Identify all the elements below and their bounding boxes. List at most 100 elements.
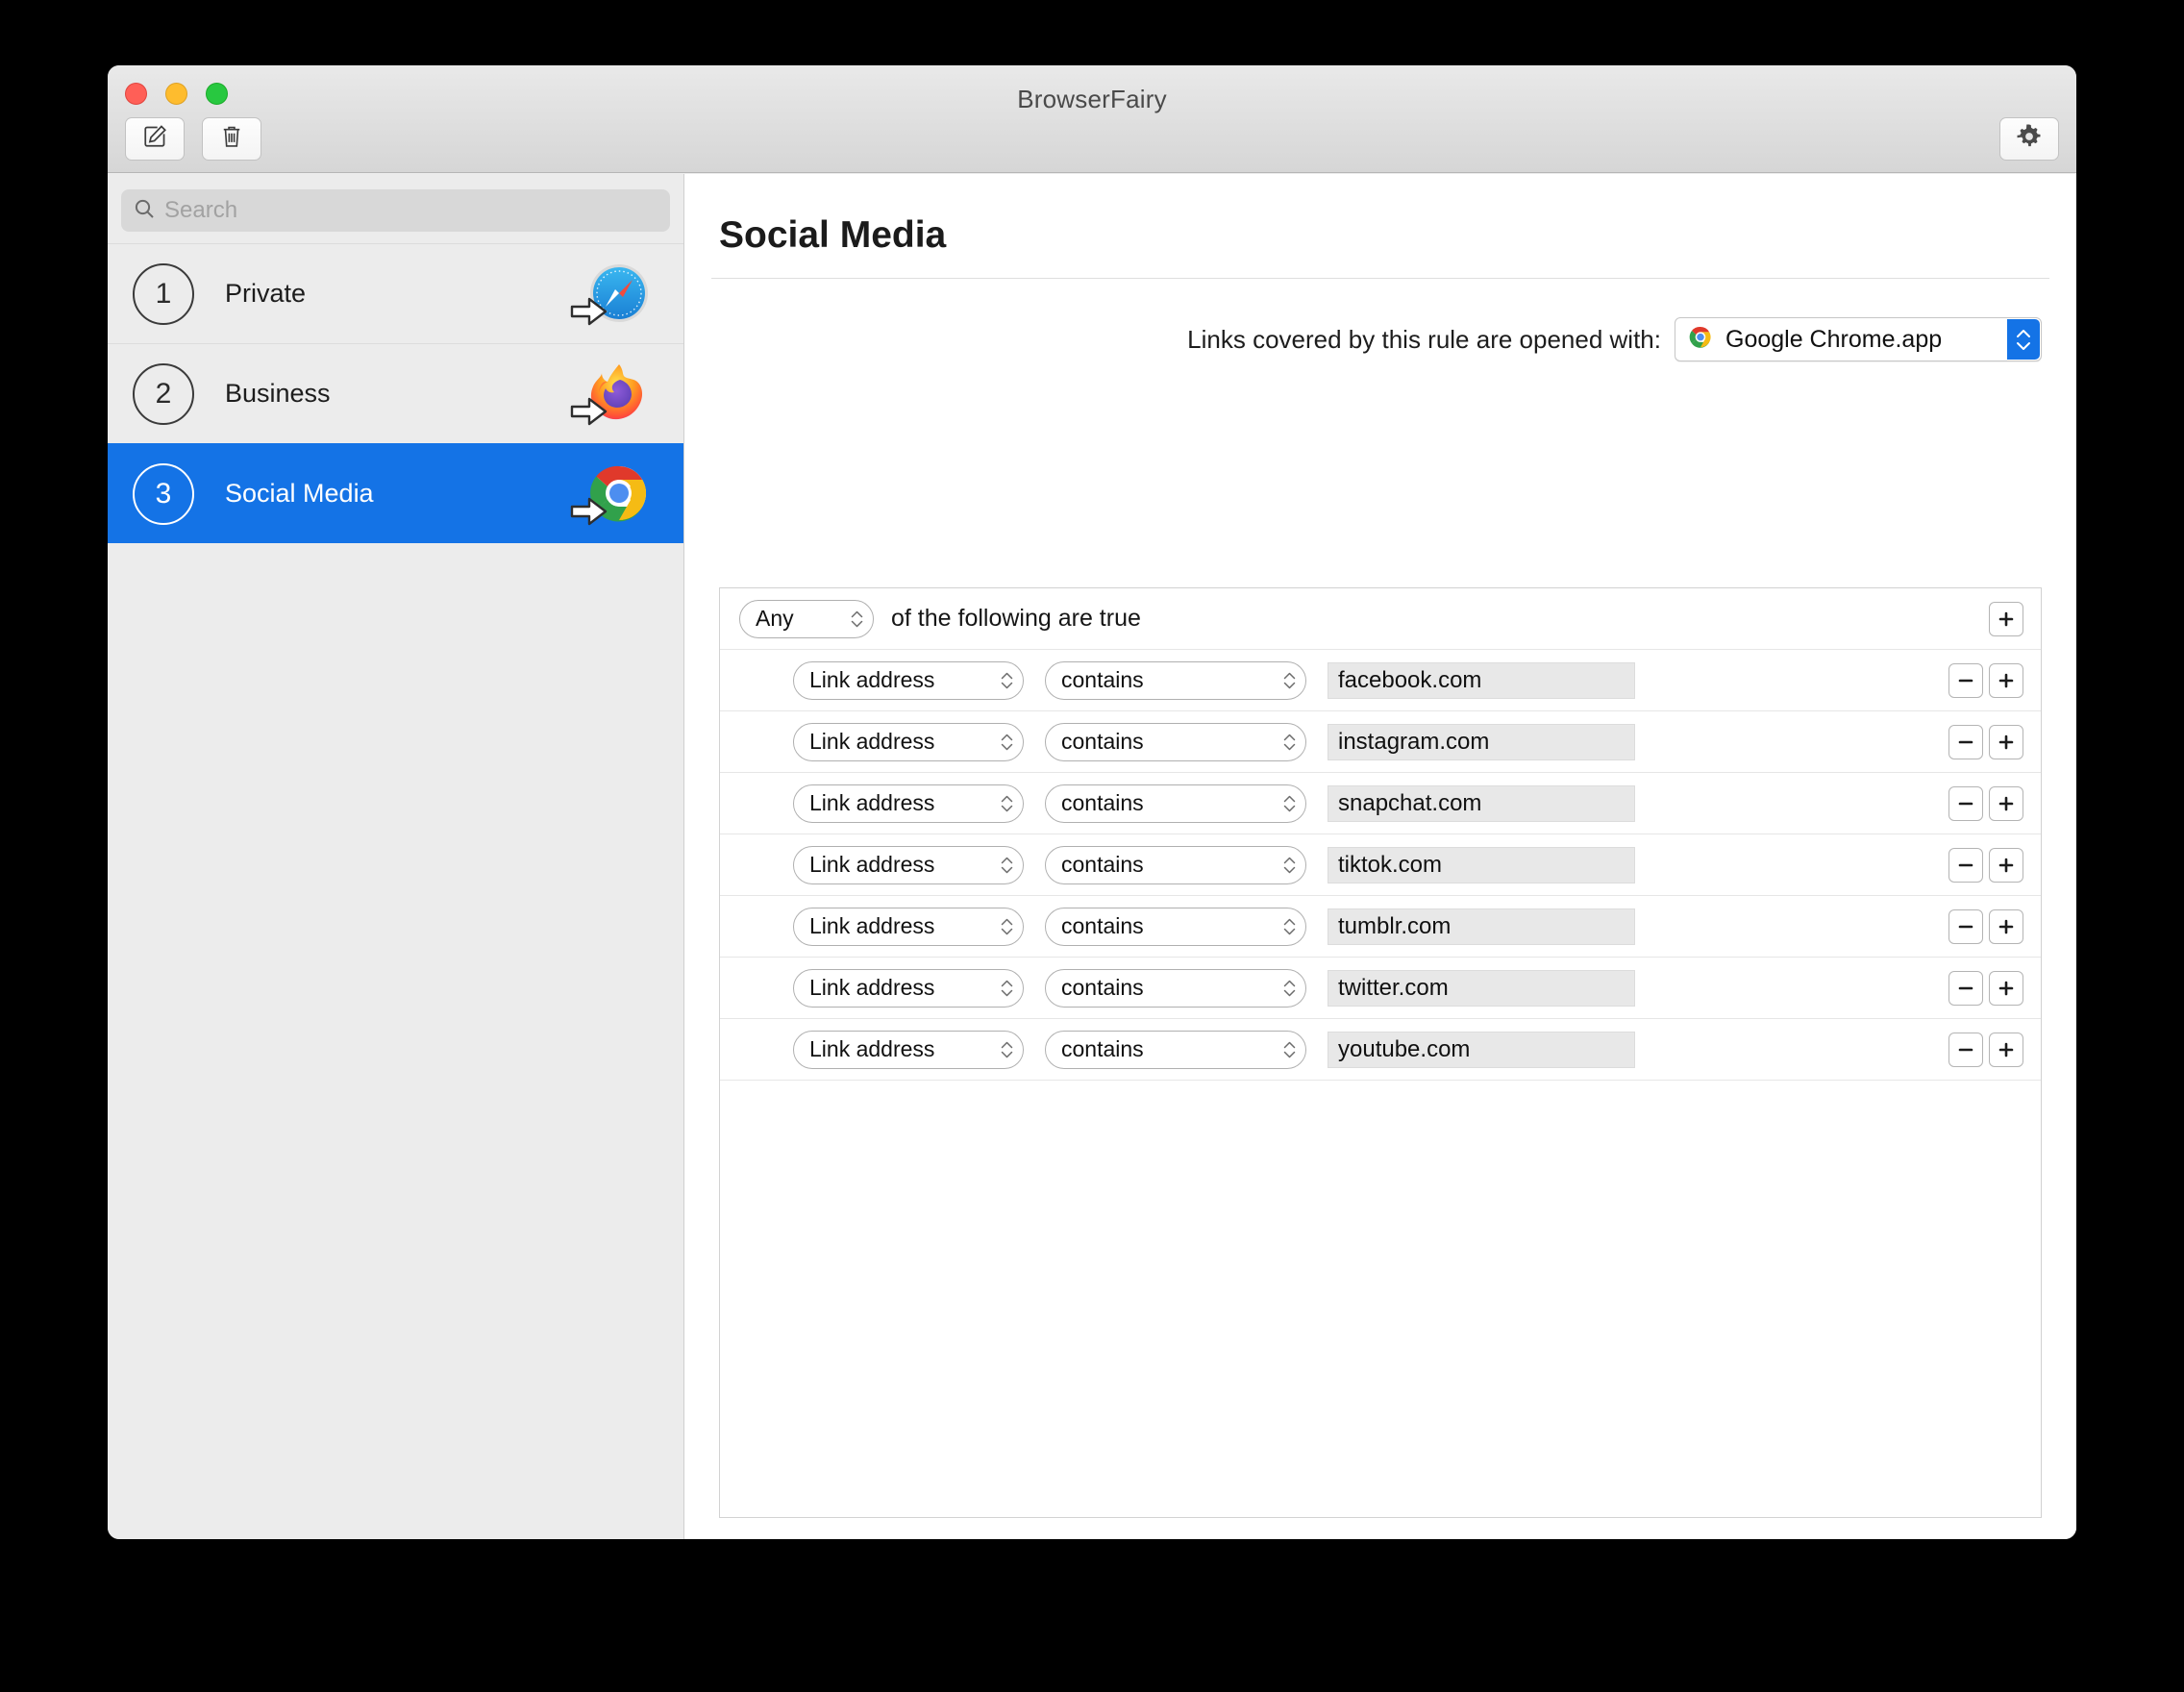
condition-value-input[interactable]: instagram.com — [1328, 723, 1635, 760]
match-header-suffix: of the following are true — [891, 605, 1141, 632]
condition-field-select[interactable]: Link address — [793, 1030, 1024, 1069]
condition-field-value: Link address — [809, 667, 935, 692]
condition-field-value: Link address — [809, 913, 935, 938]
row-actions — [1948, 1032, 2023, 1067]
add-condition-button[interactable] — [1989, 662, 2023, 698]
table-row: Link address contains tiktok.com — [720, 834, 2041, 896]
rule-header-actions — [1989, 601, 2023, 636]
search-input[interactable]: Search — [121, 189, 670, 232]
remove-condition-button[interactable] — [1948, 785, 1983, 821]
arrow-icon — [570, 397, 608, 426]
condition-operator-select[interactable]: contains — [1045, 660, 1306, 700]
sidebar: Search 1 Private 2 Business 3 Social Med… — [108, 174, 684, 1539]
sidebar-item-label: Business — [225, 379, 331, 408]
condition-field-value: Link address — [809, 975, 935, 1000]
condition-field-value: Link address — [809, 729, 935, 754]
new-rule-button[interactable] — [125, 117, 185, 161]
chevron-updown-icon — [987, 734, 1013, 751]
row-actions — [1948, 908, 2023, 944]
sidebar-item-label: Private — [225, 279, 307, 308]
add-condition-button[interactable] — [1989, 847, 2023, 883]
remove-condition-button[interactable] — [1948, 724, 1983, 759]
chrome-icon — [1687, 324, 1714, 356]
condition-value-input[interactable]: facebook.com — [1328, 661, 1635, 699]
row-actions — [1948, 847, 2023, 883]
firefox-icon — [570, 359, 655, 430]
table-row: Link address contains snapchat.com — [720, 773, 2041, 834]
browser-select[interactable]: Google Chrome.app — [1675, 317, 2042, 361]
row-actions — [1948, 724, 2023, 759]
row-actions — [1948, 785, 2023, 821]
condition-operator-select[interactable]: contains — [1045, 845, 1306, 884]
condition-field-value: Link address — [809, 1036, 935, 1061]
window-titlebar: BrowserFairy — [108, 65, 2076, 173]
chevron-updown-icon — [987, 672, 1013, 689]
row-actions — [1948, 970, 2023, 1006]
chevron-updown-icon — [1270, 734, 1296, 751]
safari-icon — [570, 259, 655, 330]
add-condition-button[interactable] — [1989, 908, 2023, 944]
sidebar-item-private[interactable]: 1 Private — [108, 243, 683, 343]
condition-operator-select[interactable]: contains — [1045, 907, 1306, 946]
condition-operator-value: contains — [1061, 790, 1144, 815]
condition-operator-select[interactable]: contains — [1045, 722, 1306, 761]
match-mode-select[interactable]: Any — [739, 599, 874, 638]
condition-field-select[interactable]: Link address — [793, 968, 1024, 1008]
condition-operator-value: contains — [1061, 729, 1144, 754]
chevron-updown-icon — [1270, 980, 1296, 997]
condition-value-input[interactable]: snapchat.com — [1328, 784, 1635, 822]
row-actions — [1948, 662, 2023, 698]
condition-field-select[interactable]: Link address — [793, 907, 1024, 946]
window-title: BrowserFairy — [1017, 85, 1167, 113]
gear-icon — [2017, 124, 2042, 154]
condition-field-select[interactable]: Link address — [793, 660, 1024, 700]
condition-value-input[interactable]: twitter.com — [1328, 969, 1635, 1007]
chevron-updown-icon — [987, 857, 1013, 874]
remove-condition-button[interactable] — [1948, 970, 1983, 1006]
compose-icon — [142, 124, 167, 154]
settings-button[interactable] — [1999, 117, 2059, 161]
condition-operator-value: contains — [1061, 975, 1144, 1000]
condition-value-input[interactable]: tiktok.com — [1328, 846, 1635, 883]
condition-field-select[interactable]: Link address — [793, 845, 1024, 884]
toolbar-left-group — [125, 117, 261, 161]
sidebar-item-label: Social Media — [225, 479, 374, 508]
chevron-updown-icon — [1270, 1041, 1296, 1058]
remove-condition-button[interactable] — [1948, 1032, 1983, 1067]
add-condition-button[interactable] — [1989, 970, 2023, 1006]
search-placeholder: Search — [164, 197, 238, 223]
remove-condition-button[interactable] — [1948, 662, 1983, 698]
add-condition-button[interactable] — [1989, 601, 2023, 636]
add-condition-button[interactable] — [1989, 724, 2023, 759]
condition-operator-select[interactable]: contains — [1045, 1030, 1306, 1069]
condition-value-input[interactable]: tumblr.com — [1328, 908, 1635, 945]
condition-operator-select[interactable]: contains — [1045, 968, 1306, 1008]
remove-condition-button[interactable] — [1948, 908, 1983, 944]
condition-value-input[interactable]: youtube.com — [1328, 1031, 1635, 1068]
condition-field-value: Link address — [809, 852, 935, 877]
open-with-label: Links covered by this rule are opened wi… — [1187, 324, 1661, 354]
condition-operator-value: contains — [1061, 913, 1144, 938]
chevron-updown-icon[interactable] — [2007, 319, 2040, 360]
condition-field-select[interactable]: Link address — [793, 722, 1024, 761]
match-mode-value: Any — [756, 606, 794, 631]
chevron-updown-icon — [987, 795, 1013, 812]
condition-operator-select[interactable]: contains — [1045, 784, 1306, 823]
toolbar-right-group — [1999, 117, 2059, 161]
add-condition-button[interactable] — [1989, 1032, 2023, 1067]
condition-operator-value: contains — [1061, 852, 1144, 877]
chevron-updown-icon — [1270, 795, 1296, 812]
sidebar-item-business[interactable]: 2 Business — [108, 343, 683, 443]
chevron-updown-icon — [987, 918, 1013, 935]
sidebar-item-number: 1 — [133, 262, 194, 325]
rule-match-header: Any of the following are true — [720, 588, 2041, 650]
detail-pane: Social Media Links covered by this rule … — [684, 174, 2076, 1539]
add-condition-button[interactable] — [1989, 785, 2023, 821]
sidebar-item-social-media[interactable]: 3 Social Media — [108, 443, 683, 543]
table-row: Link address contains instagram.com — [720, 711, 2041, 773]
delete-rule-button[interactable] — [202, 117, 261, 161]
table-row: Link address contains facebook.com — [720, 650, 2041, 711]
sidebar-item-number: 3 — [133, 462, 194, 525]
remove-condition-button[interactable] — [1948, 847, 1983, 883]
condition-field-select[interactable]: Link address — [793, 784, 1024, 823]
